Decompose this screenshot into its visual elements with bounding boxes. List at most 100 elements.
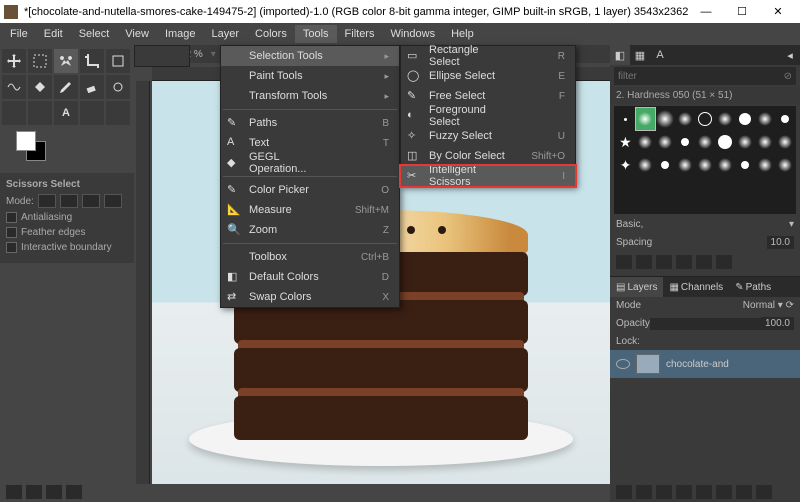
menu-layer[interactable]: Layer [204, 25, 248, 43]
warp-tool[interactable] [2, 75, 26, 99]
close-button[interactable]: ✕ [760, 0, 796, 23]
brush-grid[interactable]: ★ ✦ [614, 106, 796, 214]
layer-mode[interactable]: ModeNormal ▾ ⟳ [610, 297, 800, 314]
menu-color-picker[interactable]: ✎Color PickerO [221, 180, 399, 200]
fg-color[interactable] [16, 131, 36, 151]
feather-checkbox[interactable] [6, 227, 17, 238]
layer-merge[interactable] [716, 485, 732, 499]
menu-tools[interactable]: Tools [295, 25, 337, 43]
interactive-checkbox[interactable] [6, 242, 17, 253]
menu-toolbox[interactable]: ToolboxCtrl+B [221, 247, 399, 267]
menu-fuzzy-select[interactable]: ✧Fuzzy SelectU [401, 126, 575, 146]
mode-sub[interactable] [82, 194, 100, 208]
left-icon-1[interactable] [6, 485, 22, 499]
default-colors-icon: ◧ [227, 270, 241, 284]
menu-bycolor-select[interactable]: ◫By Color SelectShift+O [401, 146, 575, 166]
menu-intelligent-scissors[interactable]: ✂Intelligent ScissorsI [401, 166, 575, 186]
menu-rectangle-select[interactable]: ▭Rectangle SelectR [401, 46, 575, 66]
menu-zoom[interactable]: 🔍ZoomZ [221, 220, 399, 240]
color-swatches[interactable] [16, 131, 56, 165]
dock-menu[interactable]: ◂ [780, 45, 800, 65]
tab-paths[interactable]: ✎ Paths [729, 277, 777, 297]
layer-group[interactable] [636, 485, 652, 499]
brush-edit[interactable] [616, 255, 632, 269]
left-bottom-icons [0, 482, 134, 502]
zoom-tool[interactable] [106, 101, 130, 125]
layer-item[interactable]: chocolate-and [610, 350, 800, 378]
bucket-tool[interactable] [28, 75, 52, 99]
feather-row[interactable]: Feather edges [6, 227, 128, 238]
menu-file[interactable]: File [2, 25, 36, 43]
rect-select-tool[interactable] [28, 49, 52, 73]
path-tool[interactable] [28, 101, 52, 125]
menu-paths[interactable]: ✎PathsB [221, 113, 399, 133]
layer-up[interactable] [656, 485, 672, 499]
menu-measure[interactable]: 📐MeasureShift+M [221, 200, 399, 220]
fonts-tab[interactable]: A [650, 45, 670, 65]
brush-new[interactable] [636, 255, 652, 269]
layer-down[interactable] [676, 485, 692, 499]
antialias-checkbox[interactable] [6, 212, 17, 223]
menu-filters[interactable]: Filters [337, 25, 383, 43]
scissors-tool[interactable] [54, 49, 78, 73]
window-controls: — ☐ ✕ [688, 0, 796, 23]
visibility-toggle[interactable] [616, 359, 630, 369]
transform-tool[interactable] [106, 49, 130, 73]
patterns-tab[interactable]: ▦ [630, 45, 650, 65]
menu-gegl[interactable]: ◆GEGL Operation... [221, 153, 399, 173]
menu-swap-colors[interactable]: ⇄Swap ColorsX [221, 287, 399, 307]
minimize-button[interactable]: — [688, 0, 724, 23]
mode-replace[interactable] [38, 194, 56, 208]
layer-del[interactable] [756, 485, 772, 499]
brush-del[interactable] [676, 255, 692, 269]
text-tool[interactable]: A [54, 101, 78, 125]
menu-help[interactable]: Help [443, 25, 482, 43]
brush-refresh[interactable] [696, 255, 712, 269]
antialias-row[interactable]: Antialiasing [6, 212, 128, 223]
tab-channels[interactable]: ▦ Channels [663, 277, 729, 297]
mode-add[interactable] [60, 194, 78, 208]
maximize-button[interactable]: ☐ [724, 0, 760, 23]
menu-select[interactable]: Select [71, 25, 118, 43]
menu-default-colors[interactable]: ◧Default ColorsD [221, 267, 399, 287]
crop-tool[interactable] [80, 49, 104, 73]
menu-ellipse-select[interactable]: ◯Ellipse SelectE [401, 66, 575, 86]
smudge-tool[interactable] [2, 101, 26, 125]
menu-windows[interactable]: Windows [382, 25, 443, 43]
mode-row: Mode: [6, 194, 128, 208]
menu-edit[interactable]: Edit [36, 25, 71, 43]
menu-free-select[interactable]: ✎Free SelectF [401, 86, 575, 106]
picker-tool[interactable] [80, 101, 104, 125]
paint-tool[interactable] [54, 75, 78, 99]
eraser-tool[interactable] [80, 75, 104, 99]
brushes-tab[interactable]: ◧ [610, 45, 630, 65]
menu-text[interactable]: ATextT [221, 133, 399, 153]
menu-view[interactable]: View [117, 25, 157, 43]
brush-preset[interactable]: Basic,▾ [610, 216, 800, 233]
tab-layers[interactable]: ▤ Layers [610, 277, 663, 297]
layer-new[interactable] [616, 485, 632, 499]
menu-foreground-select[interactable]: ◐Foreground Select [401, 106, 575, 126]
layer-mask[interactable] [736, 485, 752, 499]
menu-image[interactable]: Image [157, 25, 204, 43]
menu-colors[interactable]: Colors [247, 25, 295, 43]
menu-selection-tools[interactable]: Selection Tools▸ [221, 46, 399, 66]
layer-dup[interactable] [696, 485, 712, 499]
brush-filter[interactable]: filter⊘ [614, 67, 796, 85]
window-title: *[chocolate-and-nutella-smores-cake-1494… [24, 6, 688, 18]
left-icon-3[interactable] [46, 485, 62, 499]
menu-paint-tools[interactable]: Paint Tools▸ [221, 66, 399, 86]
brush-open[interactable] [716, 255, 732, 269]
layer-opacity[interactable]: Opacity100.0 [610, 314, 800, 333]
menu-transform-tools[interactable]: Transform Tools▸ [221, 86, 399, 106]
brush-dup[interactable] [656, 255, 672, 269]
picker-icon: ✎ [227, 183, 241, 197]
image-tab[interactable] [134, 45, 190, 67]
clone-tool[interactable] [106, 75, 130, 99]
move-tool[interactable] [2, 49, 26, 73]
brush-spacing[interactable]: Spacing10.0 [610, 233, 800, 252]
interactive-row[interactable]: Interactive boundary [6, 242, 128, 253]
left-icon-2[interactable] [26, 485, 42, 499]
left-icon-4[interactable] [66, 485, 82, 499]
mode-intersect[interactable] [104, 194, 122, 208]
